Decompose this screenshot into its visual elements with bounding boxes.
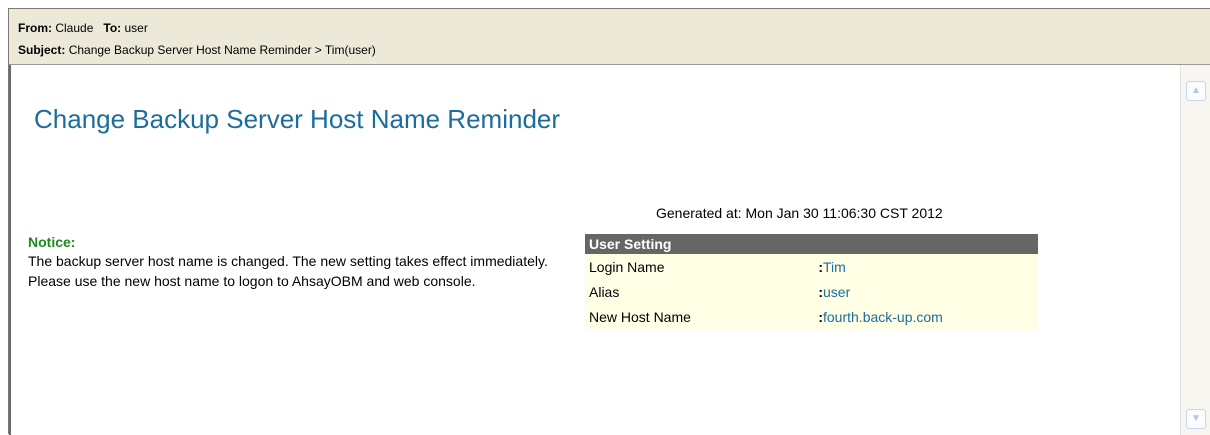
subject-row: Subject: Change Backup Server Host Name …	[18, 43, 376, 57]
user-setting-table: User Setting Login Name : Tim Alias : us…	[585, 234, 1038, 329]
chevron-up-icon: ▲	[1191, 85, 1201, 96]
table-row: Login Name : Tim	[585, 254, 1038, 279]
from-value: Claude	[55, 21, 94, 35]
email-viewer: From: Claude To: user Subject: Change Ba…	[8, 8, 1210, 435]
table-row: Alias : user	[585, 279, 1038, 304]
message-header: From: Claude To: user Subject: Change Ba…	[9, 9, 1210, 65]
to-value: user	[124, 21, 148, 35]
from-to-row: From: Claude To: user	[18, 21, 148, 35]
to-label: To:	[103, 21, 122, 35]
setting-value: user	[823, 279, 1038, 304]
scroll-down-button[interactable]: ▼	[1186, 409, 1206, 429]
setting-value: Tim	[823, 254, 1038, 279]
scroll-up-button[interactable]: ▲	[1186, 81, 1206, 101]
setting-label: Login Name	[585, 254, 815, 279]
vertical-scrollbar[interactable]: ▲ ▼	[1180, 65, 1210, 435]
setting-label: Alias	[585, 279, 815, 304]
chevron-down-icon: ▼	[1191, 413, 1201, 424]
notice-label: Notice:	[28, 234, 76, 250]
table-row: New Host Name : fourth.back-up.com	[585, 304, 1038, 329]
setting-separator: :	[815, 304, 823, 329]
setting-separator: :	[815, 279, 823, 304]
setting-label: New Host Name	[585, 304, 815, 329]
subject-value: Change Backup Server Host Name Reminder …	[68, 43, 376, 57]
email-title: Change Backup Server Host Name Reminder	[34, 104, 561, 134]
subject-label: Subject:	[18, 43, 66, 57]
generated-timestamp: Generated at: Mon Jan 30 11:06:30 CST 20…	[656, 205, 943, 221]
setting-value: fourth.back-up.com	[823, 304, 1038, 329]
notice-text: The backup server host name is changed. …	[28, 253, 548, 289]
user-setting-header: User Setting	[585, 234, 1038, 254]
from-label: From:	[18, 21, 52, 35]
setting-separator: :	[815, 254, 823, 279]
message-body: Change Backup Server Host Name Reminder …	[9, 65, 1180, 435]
